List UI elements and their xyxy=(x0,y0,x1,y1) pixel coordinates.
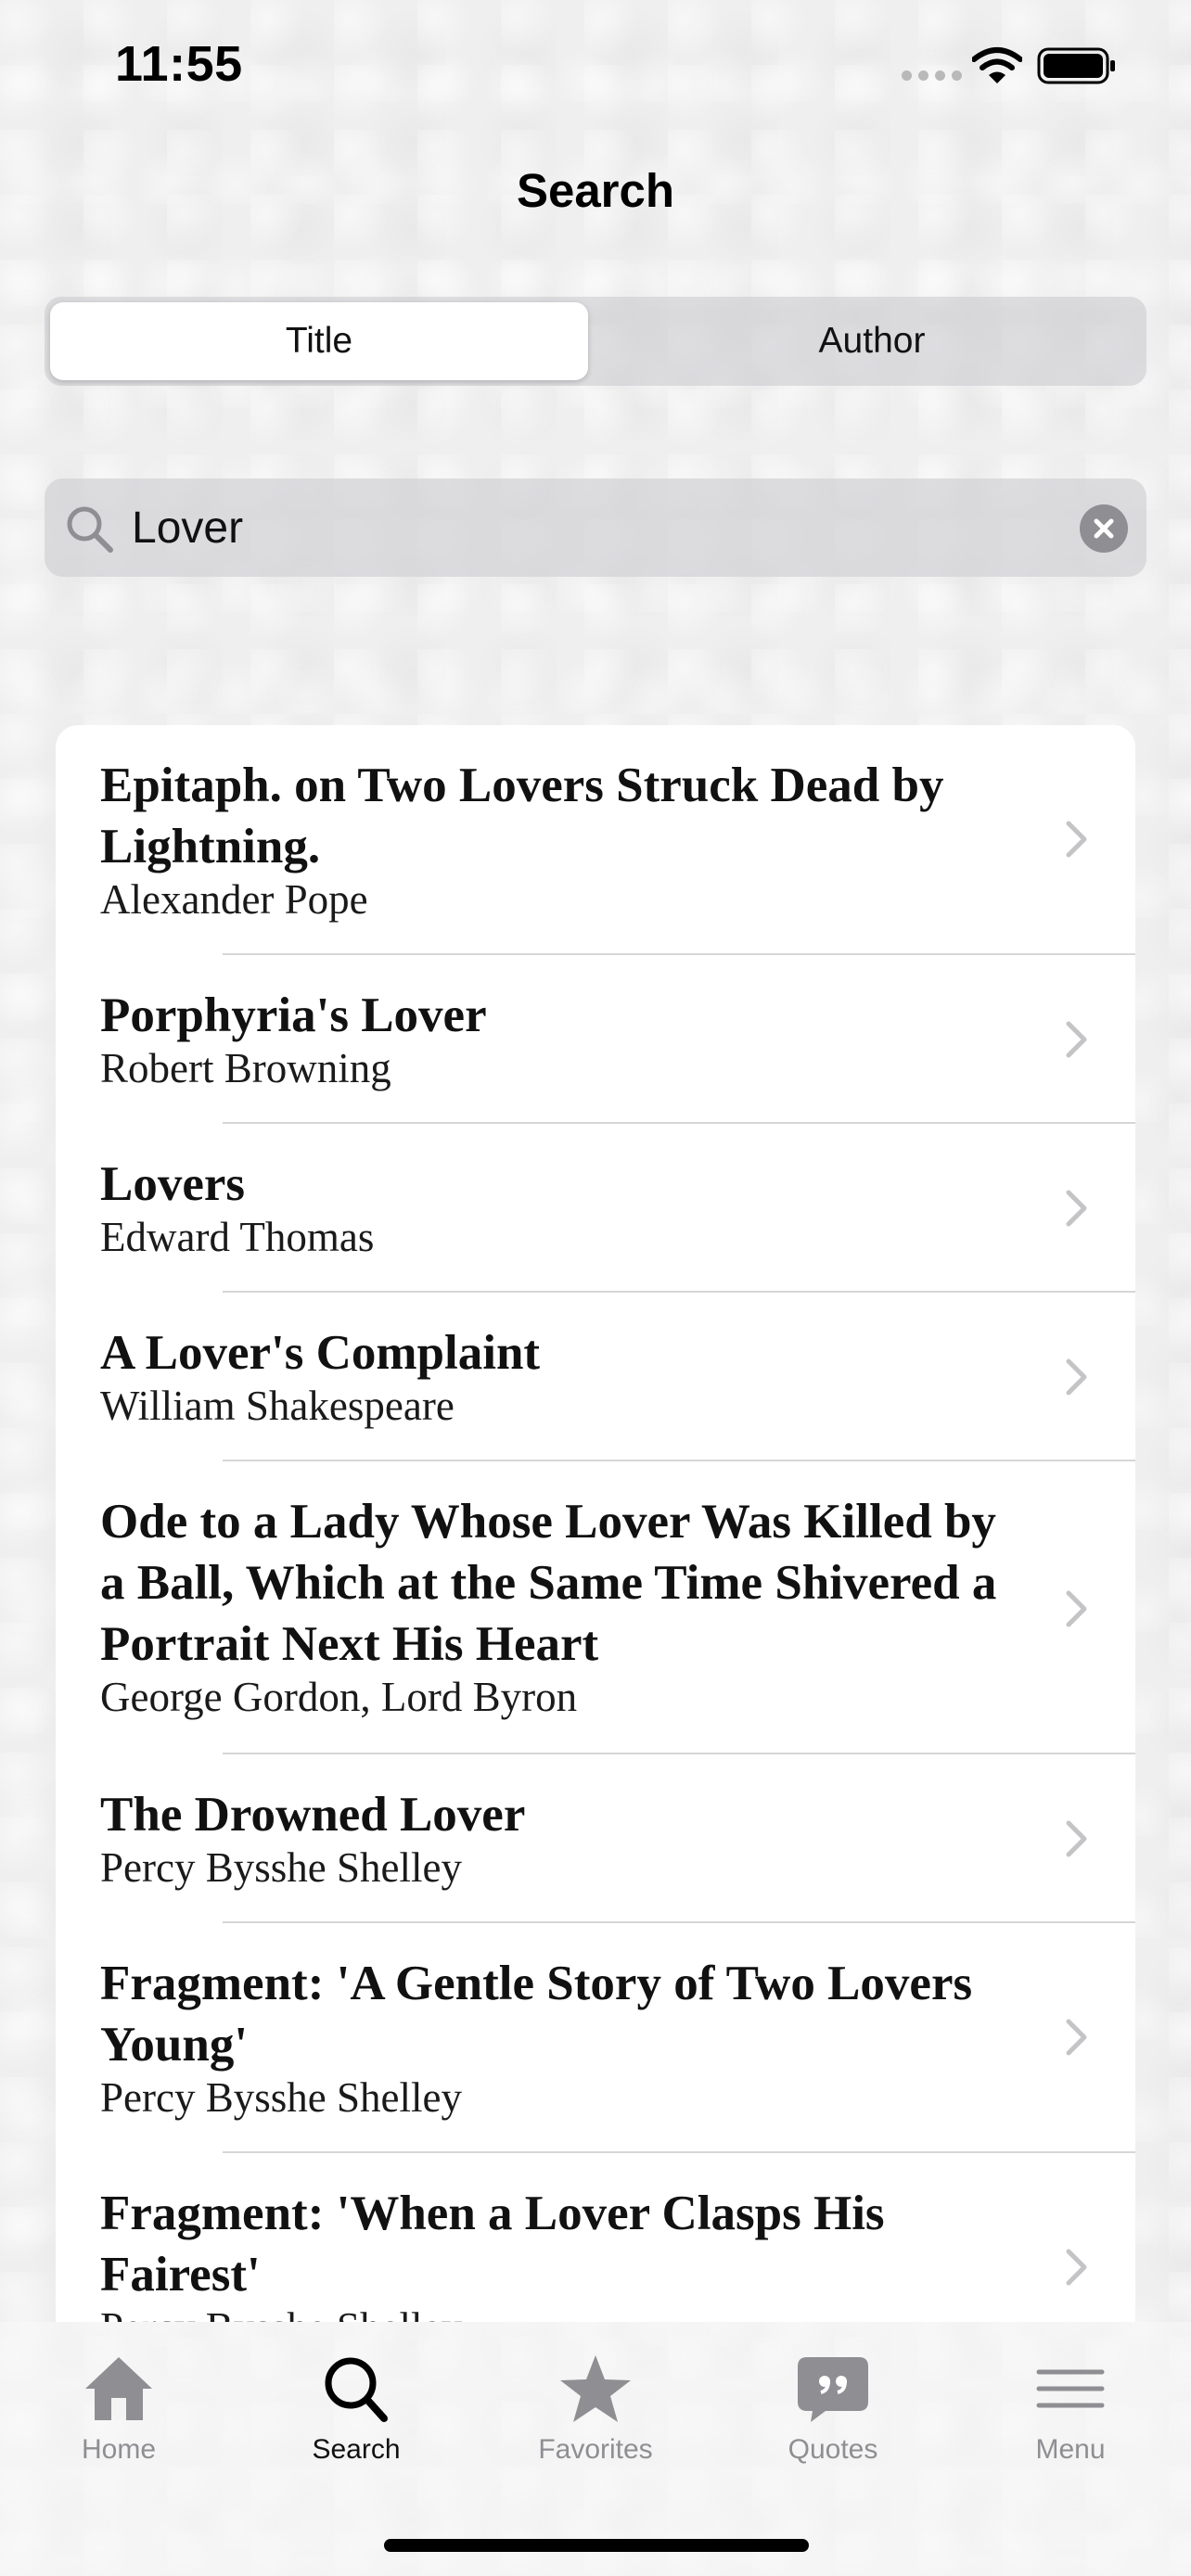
tab-quotes[interactable]: Quotes xyxy=(759,2353,907,2466)
chevron-right-icon xyxy=(1066,1021,1087,1058)
tab-menu[interactable]: Menu xyxy=(996,2353,1145,2466)
search-icon xyxy=(65,504,115,559)
tab-home[interactable]: Home xyxy=(45,2353,193,2466)
poem-author: Percy Bysshe Shelley xyxy=(100,1844,462,1891)
chevron-right-icon xyxy=(1066,1190,1087,1227)
list-item[interactable]: The Drowned Lover Percy Bysshe Shelley xyxy=(56,1754,1135,1923)
poem-author: Robert Browning xyxy=(100,1045,391,1091)
search-bar xyxy=(45,478,1146,577)
tab-search[interactable]: Search xyxy=(282,2353,430,2466)
list-item[interactable]: Ode to a Lady Whose Lover Was Killed by … xyxy=(56,1461,1135,1754)
list-item[interactable]: Fragment: 'When a Lover Clasps His Faire… xyxy=(56,2153,1135,2322)
status-time: 11:55 xyxy=(115,36,243,92)
tab-label: Search xyxy=(312,2434,401,2465)
poem-title: Epitaph. on Two Lovers Struck Dead by Li… xyxy=(100,759,944,874)
search-icon xyxy=(325,2357,388,2422)
search-mode-segmented-control: Title Author xyxy=(45,297,1146,386)
poem-author: Percy Bysshe Shelley xyxy=(100,2074,462,2121)
star-icon xyxy=(560,2355,631,2422)
wifi-icon xyxy=(971,46,1023,90)
tab-favorites[interactable]: Favorites xyxy=(521,2353,670,2466)
poem-author: George Gordon, Lord Byron xyxy=(100,1674,578,1720)
poem-title: Porphyria's Lover xyxy=(100,988,487,1042)
quote-bubble-icon xyxy=(798,2357,868,2422)
chevron-right-icon xyxy=(1066,1358,1087,1396)
poem-title: Ode to a Lady Whose Lover Was Killed by … xyxy=(100,1495,997,1671)
home-icon xyxy=(85,2357,152,2420)
chevron-right-icon xyxy=(1066,1590,1087,1627)
segment-title[interactable]: Title xyxy=(50,302,588,380)
tab-label: Home xyxy=(81,2434,157,2465)
tab-label: Favorites xyxy=(538,2434,653,2465)
list-item[interactable]: Lovers Edward Thomas xyxy=(56,1124,1135,1293)
home-indicator xyxy=(384,2539,809,2552)
poem-title: Fragment: 'A Gentle Story of Two Lovers … xyxy=(100,1957,973,2072)
page-title: Search xyxy=(516,164,675,217)
poem-title: The Drowned Lover xyxy=(100,1788,526,1842)
poem-author: Alexander Pope xyxy=(100,876,368,923)
tab-label: Menu xyxy=(1035,2434,1106,2465)
list-item[interactable]: Epitaph. on Two Lovers Struck Dead by Li… xyxy=(56,725,1135,955)
segment-author[interactable]: Author xyxy=(603,302,1141,380)
poem-title: Fragment: 'When a Lover Clasps His Faire… xyxy=(100,2187,885,2302)
poem-author: Percy Bysshe Shelley xyxy=(100,2303,1028,2322)
results-list: Epitaph. on Two Lovers Struck Dead by Li… xyxy=(56,725,1135,2322)
battery-icon xyxy=(1037,46,1117,90)
search-input[interactable] xyxy=(132,478,1059,577)
list-item[interactable]: A Lover's Complaint William Shakespeare xyxy=(56,1293,1135,1461)
poem-author: William Shakespeare xyxy=(100,1383,455,1429)
tab-label: Quotes xyxy=(788,2434,878,2465)
list-item[interactable]: Porphyria's Lover Robert Browning xyxy=(56,955,1135,1124)
clear-icon[interactable] xyxy=(1080,504,1128,553)
menu-lines-icon xyxy=(1036,2369,1105,2408)
poem-title: Lovers xyxy=(100,1157,246,1211)
cellular-signal-icon xyxy=(902,70,962,81)
chevron-right-icon xyxy=(1066,1820,1087,1857)
tab-bar: Home Search Favorites Quotes Menu xyxy=(0,2322,1191,2576)
chevron-right-icon xyxy=(1066,821,1087,858)
poem-author: Edward Thomas xyxy=(100,1214,375,1260)
chevron-right-icon xyxy=(1066,2019,1087,2056)
list-item[interactable]: Fragment: 'A Gentle Story of Two Lovers … xyxy=(56,1923,1135,2153)
chevron-right-icon xyxy=(1066,2249,1087,2286)
poem-title: A Lover's Complaint xyxy=(100,1326,541,1380)
